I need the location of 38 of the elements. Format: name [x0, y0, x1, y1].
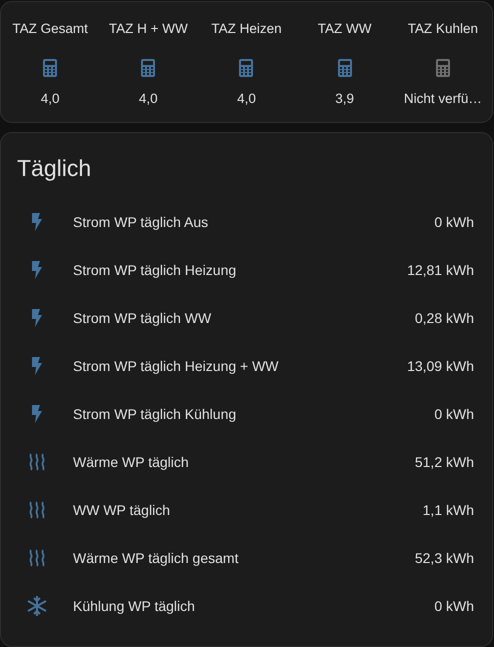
entity-state: 0 kWh: [434, 406, 474, 422]
entity-state: 52,3 kWh: [414, 550, 474, 566]
entity-name[interactable]: Strom WP täglich Heizung + WW: [73, 358, 408, 374]
heat-waves-icon: [27, 501, 47, 519]
entity-state: Nicht verfü…: [404, 91, 482, 106]
entity-state: 0 kWh: [434, 214, 474, 230]
entity-tile[interactable]: TAZ H + WW 4,0: [102, 21, 194, 106]
entity-name: TAZ Kuhlen: [408, 21, 478, 38]
entity-state: 4,0: [237, 91, 256, 106]
entity-name[interactable]: Wärme WP täglich gesamt: [73, 550, 415, 566]
entity-name[interactable]: Kühlung WP täglich: [73, 598, 434, 614]
entity-state: 0,28 kWh: [414, 310, 474, 326]
entity-name[interactable]: Strom WP täglich Heizung: [73, 262, 408, 278]
entity-state: 4,0: [40, 91, 60, 106]
entity-name: TAZ WW: [318, 21, 372, 38]
entity-name: TAZ Gesamt: [12, 21, 88, 38]
heat-waves-icon: [27, 549, 47, 567]
heat-waves-icon: [27, 453, 47, 471]
entity-name: TAZ H + WW: [108, 21, 188, 38]
entity-state: 12,81 kWh: [407, 262, 474, 278]
entity-state: 51,2 kWh: [414, 454, 474, 470]
entity-tile[interactable]: TAZ WW 3,9: [298, 21, 391, 106]
card-title: Täglich: [17, 155, 92, 182]
entity-name: TAZ Heizen: [211, 21, 282, 38]
entity-state: 4,0: [138, 91, 158, 106]
entity-state: 1,1 kWh: [422, 502, 474, 518]
entity-name[interactable]: Strom WP täglich WW: [73, 310, 415, 326]
entity-tile[interactable]: TAZ Kuhlen Nicht verfü…: [396, 21, 489, 106]
entity-name[interactable]: WW WP täglich: [73, 502, 423, 518]
entity-tile[interactable]: TAZ Gesamt 4,0: [4, 21, 96, 106]
entity-tile[interactable]: TAZ Heizen 4,0: [200, 21, 292, 106]
entity-state: 13,09 kWh: [407, 358, 474, 374]
snowflake-icon: [27, 596, 47, 616]
entity-name[interactable]: Strom WP täglich Kühlung: [73, 406, 434, 422]
entity-state: 0 kWh: [434, 598, 474, 614]
entity-state: 3,9: [335, 91, 354, 106]
entity-name[interactable]: Wärme WP täglich: [73, 454, 415, 470]
entity-name[interactable]: Strom WP täglich Aus: [73, 214, 434, 230]
